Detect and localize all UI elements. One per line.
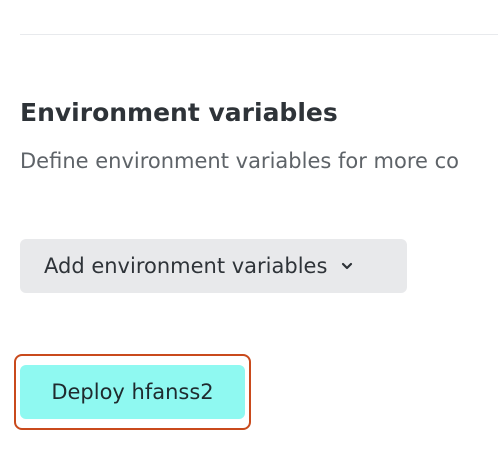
deploy-button-label: Deploy hfanss2 bbox=[51, 380, 214, 404]
env-section-description: Define environment variables for more co bbox=[20, 149, 459, 173]
add-environment-variables-button[interactable]: Add environment variables bbox=[20, 239, 407, 293]
chevron-down-icon bbox=[341, 262, 353, 270]
add-environment-variables-label: Add environment variables bbox=[44, 254, 328, 278]
env-section-title: Environment variables bbox=[20, 98, 338, 127]
deploy-button[interactable]: Deploy hfanss2 bbox=[20, 365, 245, 419]
section-divider bbox=[20, 34, 498, 35]
